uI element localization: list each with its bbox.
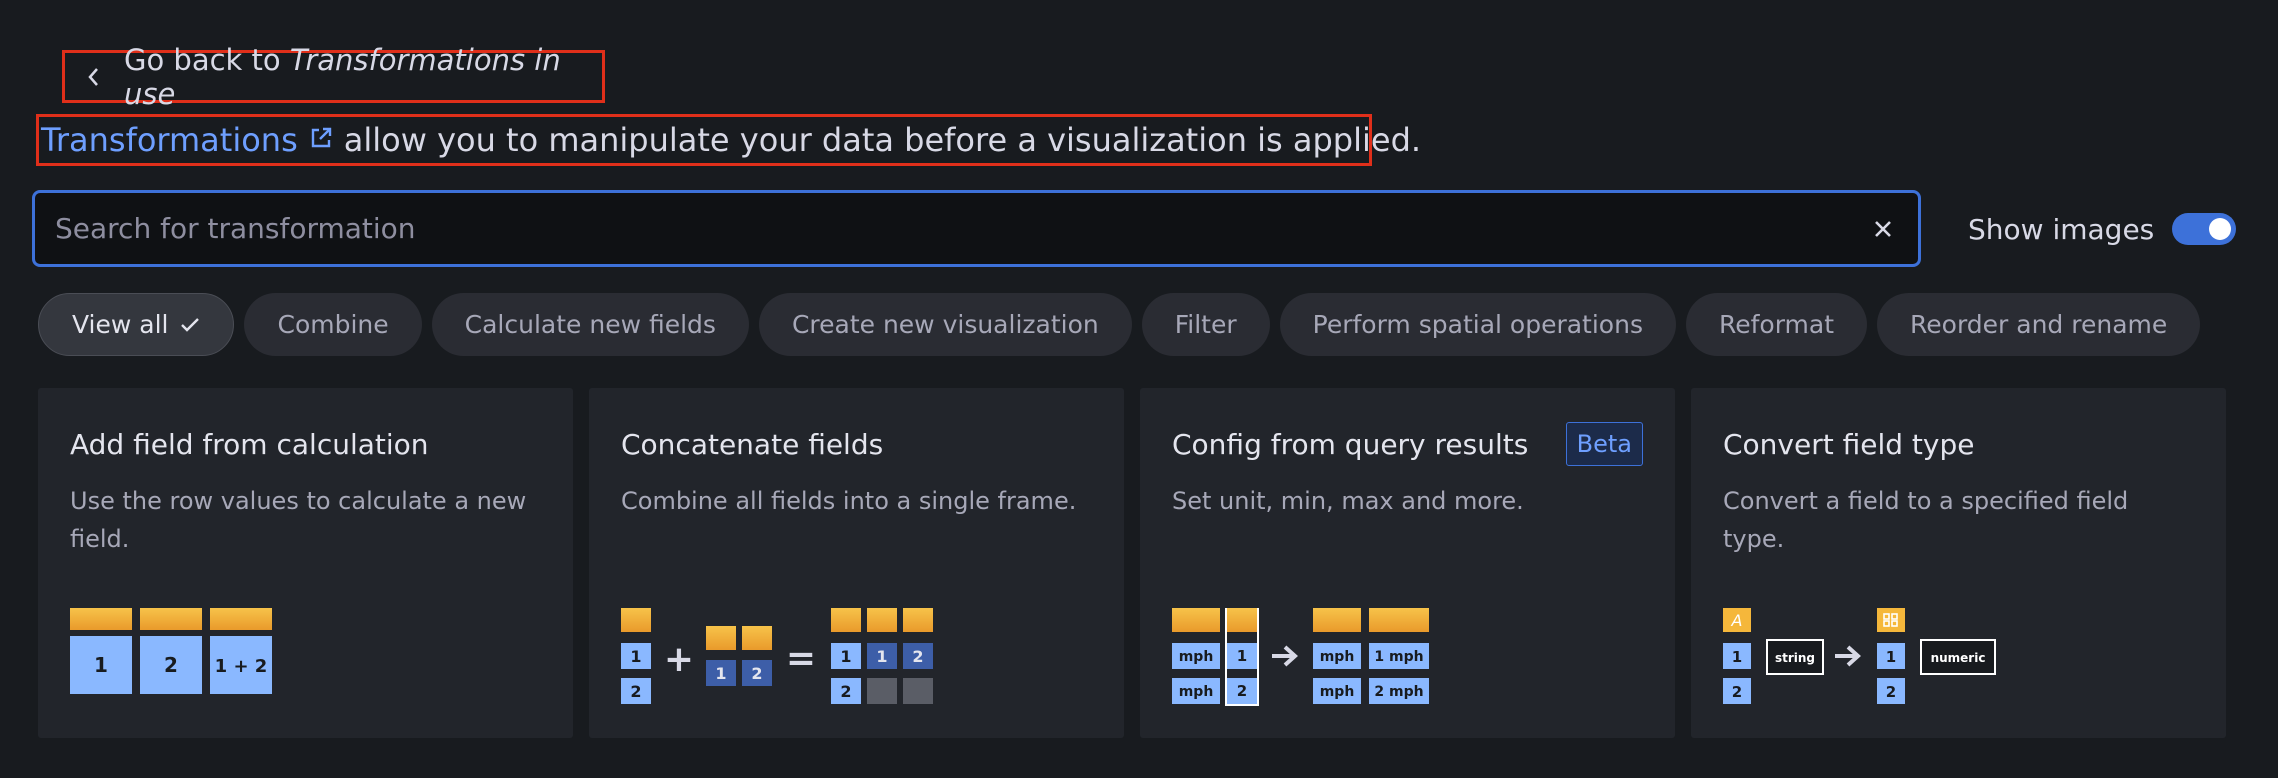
svg-text:mph: mph: [1320, 649, 1355, 665]
card-convert-field-type[interactable]: Convert field type Convert a field to a …: [1691, 388, 2226, 738]
external-link-icon: [308, 121, 334, 159]
card-description: Combine all fields into a single frame.: [621, 487, 1077, 515]
cell-2: 2: [164, 653, 178, 677]
filter-chip-filter[interactable]: Filter: [1141, 293, 1270, 356]
card-concatenate-fields[interactable]: Concatenate fields Combine all fields in…: [589, 388, 1124, 738]
cell-1: 1: [94, 653, 108, 677]
clear-icon[interactable]: [1848, 193, 1918, 264]
svg-text:2: 2: [912, 647, 923, 666]
svg-text:numeric: numeric: [1931, 651, 1986, 665]
transformations-doc-link[interactable]: Transformations: [41, 121, 334, 159]
svg-text:+: +: [664, 639, 694, 680]
svg-text:string: string: [1775, 651, 1815, 665]
filter-chips: View all Combine Calculate new fields Cr…: [38, 293, 2201, 356]
chevron-left-icon: [81, 64, 106, 90]
svg-text:2: 2: [1886, 683, 1896, 701]
go-back-text: Go back to Transformations in use: [123, 42, 561, 111]
filter-chip-reorder-and-rename[interactable]: Reorder and rename: [1877, 293, 2201, 356]
convert-illustration: A 1 2 string 1 2 numeric: [1723, 608, 1996, 704]
svg-text:1 mph: 1 mph: [1374, 649, 1423, 665]
text-type-icon: A: [1731, 611, 1743, 630]
svg-text:1: 1: [715, 664, 726, 683]
show-images-control: Show images: [1968, 206, 2237, 252]
filter-chip-combine[interactable]: Combine: [244, 293, 422, 356]
card-add-field-from-calculation[interactable]: Add field from calculation Use the row v…: [38, 388, 573, 738]
svg-text:=: =: [786, 638, 816, 679]
go-back-link[interactable]: Go back to Transformations in use: [62, 43, 605, 111]
svg-text:1: 1: [1886, 648, 1896, 666]
transformation-cards: Add field from calculation Use the row v…: [38, 388, 2226, 738]
svg-text:mph: mph: [1179, 684, 1214, 700]
show-images-toggle[interactable]: [2172, 213, 2237, 245]
show-images-label: Show images: [1968, 212, 2155, 246]
card-description: Use the row values to calculate a new fi…: [70, 487, 527, 553]
card-description: Convert a field to a specified field typ…: [1723, 487, 2129, 553]
filter-chip-calculate-new-fields[interactable]: Calculate new fields: [431, 293, 749, 356]
card-title: Config from query results: [1172, 428, 1529, 461]
svg-text:2: 2: [1237, 682, 1247, 700]
intro-text: Transformations allow you to manipulate …: [36, 114, 1421, 166]
svg-text:1: 1: [1732, 648, 1742, 666]
card-description: Set unit, min, max and more.: [1172, 487, 1524, 515]
filter-chip-view-all[interactable]: View all: [38, 293, 235, 356]
filter-chip-create-new-visualization[interactable]: Create new visualization: [758, 293, 1132, 356]
svg-text:1: 1: [840, 647, 851, 666]
search-input[interactable]: [35, 192, 1848, 265]
concatenate-illustration: 1 2 + 1 2 = 1 1 2 2: [621, 608, 933, 704]
cell-sum: 1 + 2: [215, 656, 268, 677]
svg-text:2: 2: [840, 682, 851, 701]
card-title: Add field from calculation: [70, 428, 429, 461]
check-icon: [180, 310, 200, 339]
svg-text:1: 1: [876, 647, 887, 666]
svg-text:mph: mph: [1320, 684, 1355, 700]
filter-chip-reformat[interactable]: Reformat: [1685, 293, 1868, 356]
beta-badge: Beta: [1565, 422, 1643, 466]
svg-text:2: 2: [630, 682, 641, 701]
svg-text:1: 1: [630, 647, 641, 666]
add-field-illustration: 1 2 1 + 2: [70, 608, 272, 694]
svg-text:mph: mph: [1179, 649, 1214, 665]
card-config-from-query-results[interactable]: Config from query results Beta Set unit,…: [1140, 388, 1675, 738]
filter-chip-perform-spatial-operations[interactable]: Perform spatial operations: [1279, 293, 1676, 356]
search-box: [32, 190, 1921, 267]
card-title: Concatenate fields: [621, 428, 884, 461]
svg-text:2: 2: [751, 664, 762, 683]
svg-text:1: 1: [1237, 647, 1247, 665]
svg-text:2 mph: 2 mph: [1374, 684, 1423, 700]
config-illustration: mph mph 1 2 mph mph 1 mph 2 mph: [1172, 608, 1429, 706]
svg-text:2: 2: [1732, 683, 1742, 701]
card-title: Convert field type: [1723, 428, 1975, 461]
